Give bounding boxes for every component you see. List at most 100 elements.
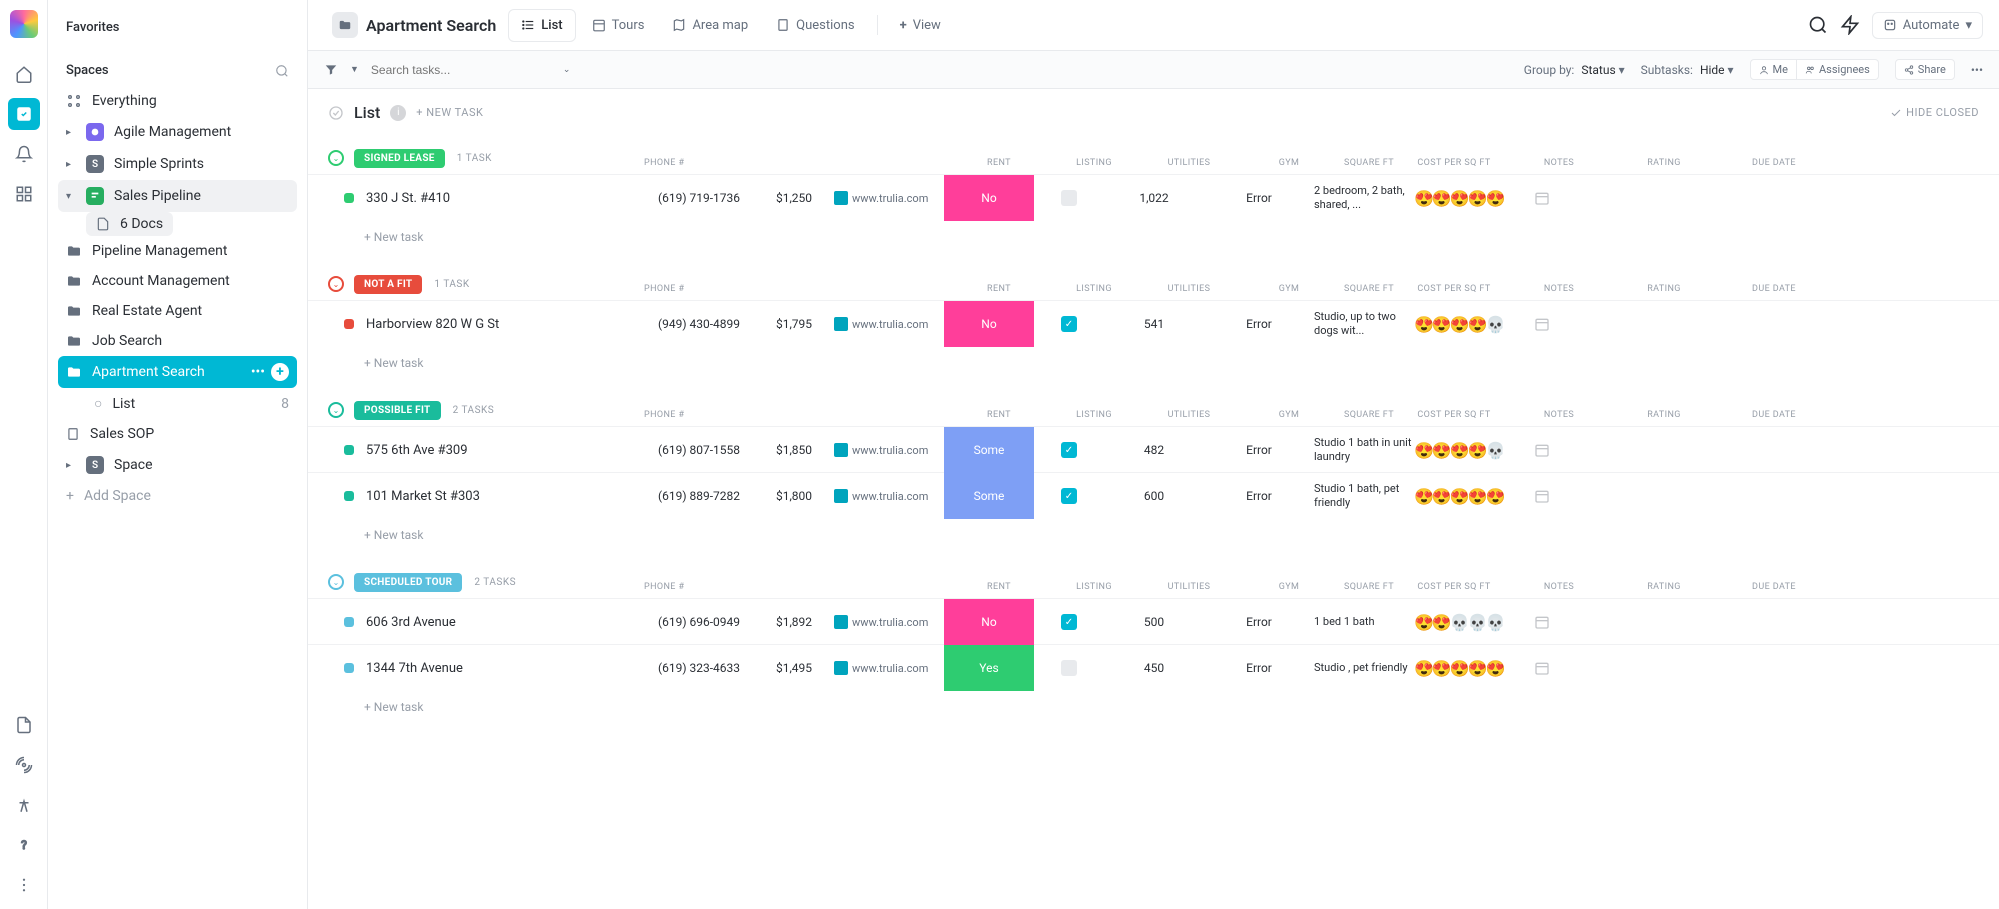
- phone-cell[interactable]: (619) 889-7282: [644, 489, 754, 503]
- sidebar-add-space[interactable]: + Add Space: [58, 481, 297, 511]
- sidebar-folder[interactable]: Real Estate Agent: [58, 296, 297, 326]
- checkbox-unchecked[interactable]: [1061, 660, 1077, 676]
- sidebar-folder-apartment-search[interactable]: Apartment Search ••• +: [58, 356, 297, 388]
- more-icon[interactable]: •••: [251, 364, 265, 380]
- column-header[interactable]: COST PER SQ FT: [1404, 158, 1504, 168]
- rent-cell[interactable]: $1,250: [754, 191, 834, 205]
- sqft-cell[interactable]: 482: [1104, 443, 1204, 457]
- column-header[interactable]: GYM: [1244, 410, 1334, 420]
- share-button[interactable]: Share: [1895, 59, 1955, 80]
- more-icon[interactable]: •••: [1971, 63, 1983, 77]
- column-header[interactable]: RENT: [944, 158, 1054, 168]
- column-header[interactable]: PHONE #: [644, 410, 944, 420]
- checkbox-unchecked[interactable]: [1061, 190, 1077, 206]
- column-header[interactable]: PHONE #: [644, 158, 944, 168]
- pulse-icon[interactable]: [8, 749, 40, 781]
- status-chip[interactable]: SCHEDULED TOUR: [354, 573, 462, 592]
- sidebar-space-space[interactable]: ▸ S Space: [58, 449, 297, 481]
- task-row[interactable]: 606 3rd Avenue (619) 696-0949 $1,892 www…: [308, 598, 1999, 644]
- task-row[interactable]: 575 6th Ave #309 (619) 807-1558 $1,850 w…: [308, 426, 1999, 472]
- rent-cell[interactable]: $1,892: [754, 615, 834, 629]
- column-header[interactable]: SQUARE FT: [1334, 582, 1404, 592]
- column-header[interactable]: LISTING: [1054, 284, 1134, 294]
- task-name[interactable]: Harborview 820 W G St: [344, 317, 644, 332]
- app-logo[interactable]: [10, 10, 38, 38]
- column-header[interactable]: RATING: [1614, 284, 1714, 294]
- spaces-heading[interactable]: Spaces: [66, 63, 109, 78]
- add-task-button[interactable]: + New task: [308, 346, 1999, 370]
- sidebar-folder[interactable]: Job Search: [58, 326, 297, 356]
- column-header[interactable]: RENT: [944, 284, 1054, 294]
- sqft-cell[interactable]: 600: [1104, 489, 1204, 503]
- rating-cell[interactable]: 😍😍😍😍😍: [1414, 487, 1534, 506]
- column-header[interactable]: GYM: [1244, 284, 1334, 294]
- task-row[interactable]: 330 J St. #410 (619) 719-1736 $1,250 www…: [308, 174, 1999, 220]
- rent-cell[interactable]: $1,800: [754, 489, 834, 503]
- utilities-cell[interactable]: No: [944, 175, 1034, 221]
- column-header[interactable]: DUE DATE: [1714, 582, 1834, 592]
- column-header[interactable]: DUE DATE: [1714, 410, 1834, 420]
- utilities-cell[interactable]: Some: [944, 473, 1034, 519]
- collapse-group-icon[interactable]: ⌄: [328, 150, 344, 166]
- tab-tours[interactable]: Tours: [580, 10, 657, 41]
- sqft-cell[interactable]: 1,022: [1104, 191, 1204, 205]
- utilities-cell[interactable]: Yes: [944, 645, 1034, 691]
- column-header[interactable]: UTILITIES: [1134, 158, 1244, 168]
- tab-questions[interactable]: Questions: [764, 10, 866, 41]
- task-row[interactable]: 1344 7th Avenue (619) 323-4633 $1,495 ww…: [308, 644, 1999, 690]
- phone-cell[interactable]: (619) 323-4633: [644, 661, 754, 675]
- add-task-button[interactable]: + New task: [308, 690, 1999, 714]
- column-header[interactable]: DUE DATE: [1714, 158, 1834, 168]
- column-header[interactable]: GYM: [1244, 582, 1334, 592]
- notes-cell[interactable]: 1 bed 1 bath: [1314, 615, 1414, 629]
- column-header[interactable]: SQUARE FT: [1334, 410, 1404, 420]
- home-icon[interactable]: [8, 58, 40, 90]
- notes-cell[interactable]: Studio 1 bath in unit laundry: [1314, 436, 1414, 465]
- new-task-button[interactable]: + NEW TASK: [416, 106, 483, 119]
- status-chip[interactable]: NOT A FIT: [354, 275, 422, 294]
- cost-cell[interactable]: Error: [1204, 191, 1314, 205]
- column-header[interactable]: UTILITIES: [1134, 410, 1244, 420]
- listing-cell[interactable]: www.trulia.com: [834, 317, 944, 331]
- chevron-down-icon[interactable]: ⌄: [563, 65, 571, 75]
- sqft-cell[interactable]: 450: [1104, 661, 1204, 675]
- rating-cell[interactable]: 😍😍😍😍💀: [1414, 441, 1534, 460]
- listing-cell[interactable]: www.trulia.com: [834, 191, 944, 205]
- column-header[interactable]: SQUARE FT: [1334, 158, 1404, 168]
- notes-cell[interactable]: 2 bedroom, 2 bath, shared, ...: [1314, 184, 1414, 213]
- info-icon[interactable]: i: [390, 105, 406, 121]
- add-view[interactable]: +View: [888, 10, 953, 41]
- phone-cell[interactable]: (949) 430-4899: [644, 317, 754, 331]
- column-header[interactable]: RENT: [944, 410, 1054, 420]
- column-header[interactable]: NOTES: [1504, 158, 1614, 168]
- cost-cell[interactable]: Error: [1204, 615, 1314, 629]
- utilities-cell[interactable]: No: [944, 301, 1034, 347]
- task-row[interactable]: Harborview 820 W G St (949) 430-4899 $1,…: [308, 300, 1999, 346]
- collapse-group-icon[interactable]: ⌄: [328, 574, 344, 590]
- listing-cell[interactable]: www.trulia.com: [834, 443, 944, 457]
- rent-cell[interactable]: $1,795: [754, 317, 834, 331]
- hide-closed-button[interactable]: HIDE CLOSED: [1890, 106, 1979, 119]
- listing-cell[interactable]: www.trulia.com: [834, 661, 944, 675]
- status-chip[interactable]: POSSIBLE FIT: [354, 401, 441, 420]
- notifications-icon[interactable]: [8, 138, 40, 170]
- column-header[interactable]: UTILITIES: [1134, 582, 1244, 592]
- add-task-button[interactable]: + New task: [308, 518, 1999, 542]
- column-header[interactable]: NOTES: [1504, 582, 1614, 592]
- phone-cell[interactable]: (619) 719-1736: [644, 191, 754, 205]
- chevron-down-icon[interactable]: ▼: [350, 64, 359, 75]
- tab-list[interactable]: List: [508, 9, 575, 42]
- column-header[interactable]: PHONE #: [644, 582, 944, 592]
- task-name[interactable]: 606 3rd Avenue: [344, 615, 644, 630]
- rating-cell[interactable]: 😍😍😍😍😍: [1414, 659, 1534, 678]
- groupby-control[interactable]: Group by: Status ▾: [1524, 63, 1625, 77]
- me-button[interactable]: Me: [1750, 59, 1797, 80]
- more-icon[interactable]: [8, 869, 40, 901]
- column-header[interactable]: DUE DATE: [1714, 284, 1834, 294]
- rent-cell[interactable]: $1,495: [754, 661, 834, 675]
- due-date-cell[interactable]: [1534, 442, 1614, 458]
- add-task-button[interactable]: + New task: [308, 220, 1999, 244]
- checkbox-checked[interactable]: ✓: [1061, 488, 1077, 504]
- collapse-icon[interactable]: [328, 105, 344, 121]
- breadcrumb[interactable]: Apartment Search: [324, 8, 504, 42]
